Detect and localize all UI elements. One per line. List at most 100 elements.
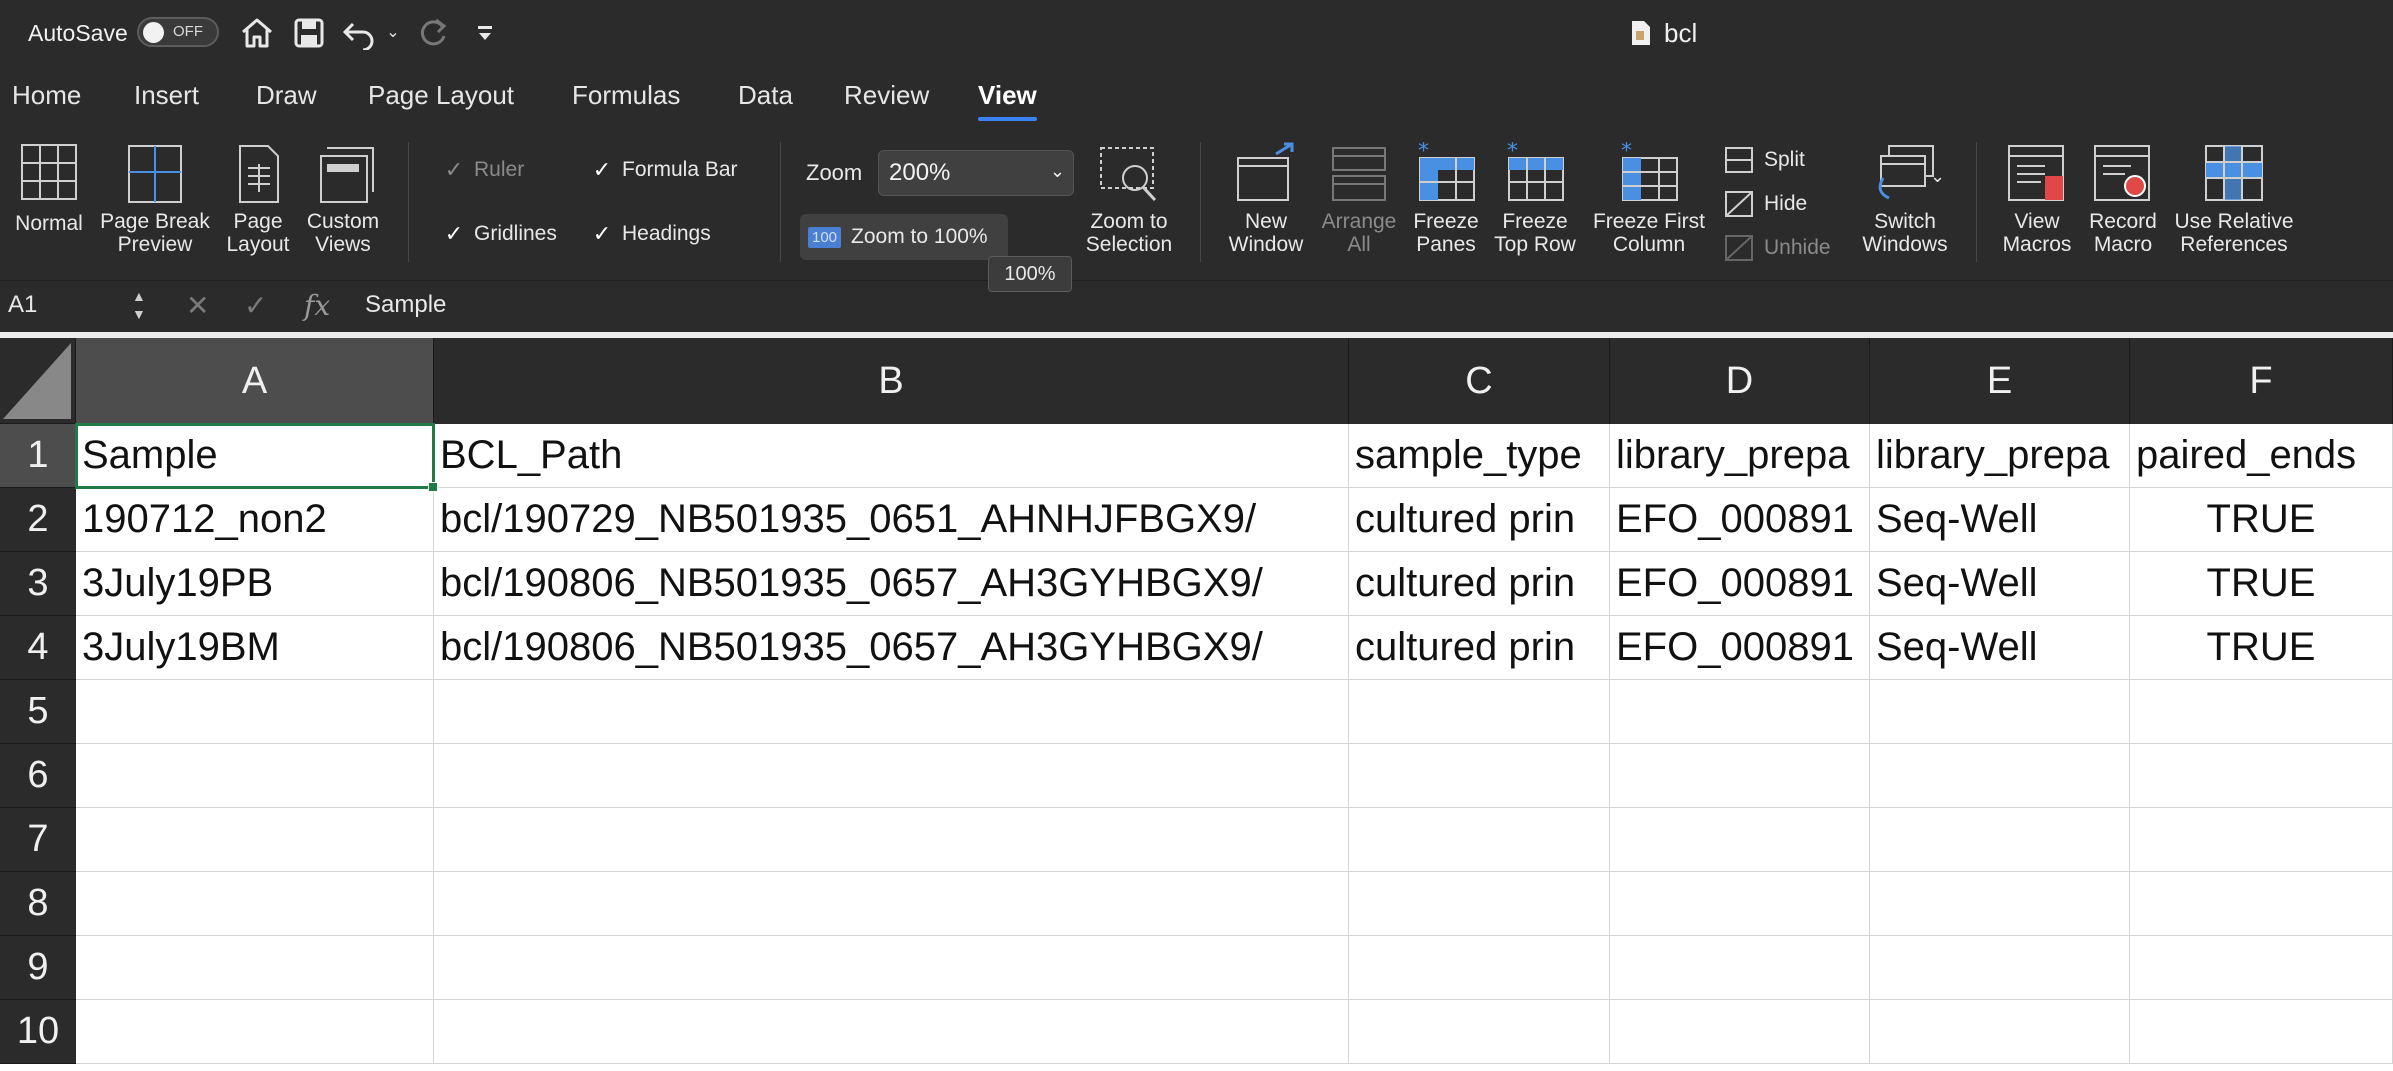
cell-f6[interactable]	[2130, 744, 2393, 808]
cell-e3[interactable]: Seq-Well	[1870, 552, 2130, 616]
cell-b2[interactable]: bcl/190729_NB501935_0651_AHNHJFBGX9/	[434, 488, 1349, 552]
freeze-panes-button[interactable]: * Freeze Panes	[1408, 142, 1484, 256]
cell-d7[interactable]	[1610, 808, 1870, 872]
customize-toolbar-icon[interactable]	[466, 14, 504, 52]
row-header-5[interactable]: 5	[0, 680, 76, 744]
cell-e4[interactable]: Seq-Well	[1870, 616, 2130, 680]
cell-a4[interactable]: 3July19BM	[76, 616, 434, 680]
cell-b1[interactable]: BCL_Path	[434, 424, 1349, 488]
cell-b7[interactable]	[434, 808, 1349, 872]
cell-e10[interactable]	[1870, 1000, 2130, 1064]
cell-f1[interactable]: paired_ends	[2130, 424, 2393, 488]
row-header-9[interactable]: 9	[0, 936, 76, 1000]
switch-windows-chevron-icon[interactable]: ⌄	[1930, 166, 1945, 187]
cell-c4[interactable]: cultured prin	[1349, 616, 1610, 680]
cell-e1[interactable]: library_prepa	[1870, 424, 2130, 488]
gridlines-checkbox[interactable]: ✓ Gridlines	[444, 222, 557, 246]
cell-f7[interactable]	[2130, 808, 2393, 872]
cell-c1[interactable]: sample_type	[1349, 424, 1610, 488]
cell-b4[interactable]: bcl/190806_NB501935_0657_AH3GYHBGX9/	[434, 616, 1349, 680]
cell-c9[interactable]	[1349, 936, 1610, 1000]
undo-icon[interactable]	[340, 14, 378, 52]
cell-a8[interactable]	[76, 872, 434, 936]
record-macro-button[interactable]: Record Macro	[2084, 142, 2162, 256]
cell-b6[interactable]	[434, 744, 1349, 808]
cell-c8[interactable]	[1349, 872, 1610, 936]
cell-d10[interactable]	[1610, 1000, 1870, 1064]
normal-view-button[interactable]: Normal	[10, 136, 88, 235]
cell-c10[interactable]	[1349, 1000, 1610, 1064]
cell-a7[interactable]	[76, 808, 434, 872]
cell-d4[interactable]: EFO_000891	[1610, 616, 1870, 680]
cell-e8[interactable]	[1870, 872, 2130, 936]
cell-a6[interactable]	[76, 744, 434, 808]
home-icon[interactable]	[238, 14, 276, 52]
cell-d2[interactable]: EFO_000891	[1610, 488, 1870, 552]
switch-windows-button[interactable]: Switch Windows	[1852, 142, 1958, 256]
cell-a1[interactable]: Sample	[76, 424, 434, 488]
page-break-preview-button[interactable]: Page Break Preview	[96, 142, 214, 256]
row-header-7[interactable]: 7	[0, 808, 76, 872]
cell-f9[interactable]	[2130, 936, 2393, 1000]
use-relative-references-button[interactable]: Use Relative References	[2166, 142, 2302, 256]
cell-b8[interactable]	[434, 872, 1349, 936]
cell-a5[interactable]	[76, 680, 434, 744]
cell-c3[interactable]: cultured prin	[1349, 552, 1610, 616]
tab-review[interactable]: Review	[844, 80, 929, 111]
formula-input[interactable]: Sample	[365, 291, 446, 319]
cell-f5[interactable]	[2130, 680, 2393, 744]
tab-page-layout[interactable]: Page Layout	[368, 80, 514, 111]
save-icon[interactable]	[290, 14, 328, 52]
cell-a2[interactable]: 190712_non2	[76, 488, 434, 552]
column-header-e[interactable]: E	[1870, 338, 2130, 424]
row-header-2[interactable]: 2	[0, 488, 76, 552]
formula-bar-checkbox[interactable]: ✓ Formula Bar	[592, 158, 738, 182]
cell-b9[interactable]	[434, 936, 1349, 1000]
cell-c2[interactable]: cultured prin	[1349, 488, 1610, 552]
cell-d5[interactable]	[1610, 680, 1870, 744]
tab-home[interactable]: Home	[12, 80, 81, 111]
cell-e5[interactable]	[1870, 680, 2130, 744]
freeze-first-column-button[interactable]: * Freeze First Column	[1588, 142, 1710, 256]
cell-d3[interactable]: EFO_000891	[1610, 552, 1870, 616]
row-header-4[interactable]: 4	[0, 616, 76, 680]
zoom-select[interactable]: 200% ⌄	[878, 150, 1074, 196]
cell-e2[interactable]: Seq-Well	[1870, 488, 2130, 552]
cell-d9[interactable]	[1610, 936, 1870, 1000]
headings-checkbox[interactable]: ✓ Headings	[592, 222, 711, 246]
name-box-stepper-icon[interactable]: ▲ ▼	[132, 287, 146, 323]
custom-views-button[interactable]: Custom Views	[300, 142, 386, 256]
row-header-3[interactable]: 3	[0, 552, 76, 616]
column-header-f[interactable]: F	[2130, 338, 2393, 424]
column-header-b[interactable]: B	[434, 338, 1349, 424]
cell-d6[interactable]	[1610, 744, 1870, 808]
cell-a3[interactable]: 3July19PB	[76, 552, 434, 616]
name-box[interactable]: A1	[8, 291, 37, 319]
cell-f2[interactable]: TRUE	[2130, 488, 2393, 552]
cell-f10[interactable]	[2130, 1000, 2393, 1064]
view-macros-button[interactable]: View Macros	[1994, 142, 2080, 256]
page-layout-view-button[interactable]: Page Layout	[222, 142, 294, 256]
zoom-to-100-button[interactable]: 100 Zoom to 100%	[800, 214, 1008, 260]
row-header-10[interactable]: 10	[0, 1000, 76, 1064]
column-header-d[interactable]: D	[1610, 338, 1870, 424]
row-header-8[interactable]: 8	[0, 872, 76, 936]
insert-function-icon[interactable]: fx	[304, 289, 330, 322]
undo-dropdown-chevron-icon[interactable]: ⌄	[384, 20, 402, 44]
cell-c5[interactable]	[1349, 680, 1610, 744]
cell-b10[interactable]	[434, 1000, 1349, 1064]
select-all-corner[interactable]	[0, 338, 76, 424]
tab-data[interactable]: Data	[738, 80, 793, 111]
row-header-6[interactable]: 6	[0, 744, 76, 808]
cell-b3[interactable]: bcl/190806_NB501935_0657_AH3GYHBGX9/	[434, 552, 1349, 616]
tab-formulas[interactable]: Formulas	[572, 80, 680, 111]
cell-a9[interactable]	[76, 936, 434, 1000]
tab-view[interactable]: View	[978, 80, 1037, 121]
cell-d8[interactable]	[1610, 872, 1870, 936]
cell-b5[interactable]	[434, 680, 1349, 744]
split-button[interactable]: Split	[1724, 146, 1805, 174]
row-header-1[interactable]: 1	[0, 424, 76, 488]
tab-insert[interactable]: Insert	[134, 80, 199, 111]
cell-f8[interactable]	[2130, 872, 2393, 936]
column-header-a[interactable]: A	[76, 338, 434, 424]
